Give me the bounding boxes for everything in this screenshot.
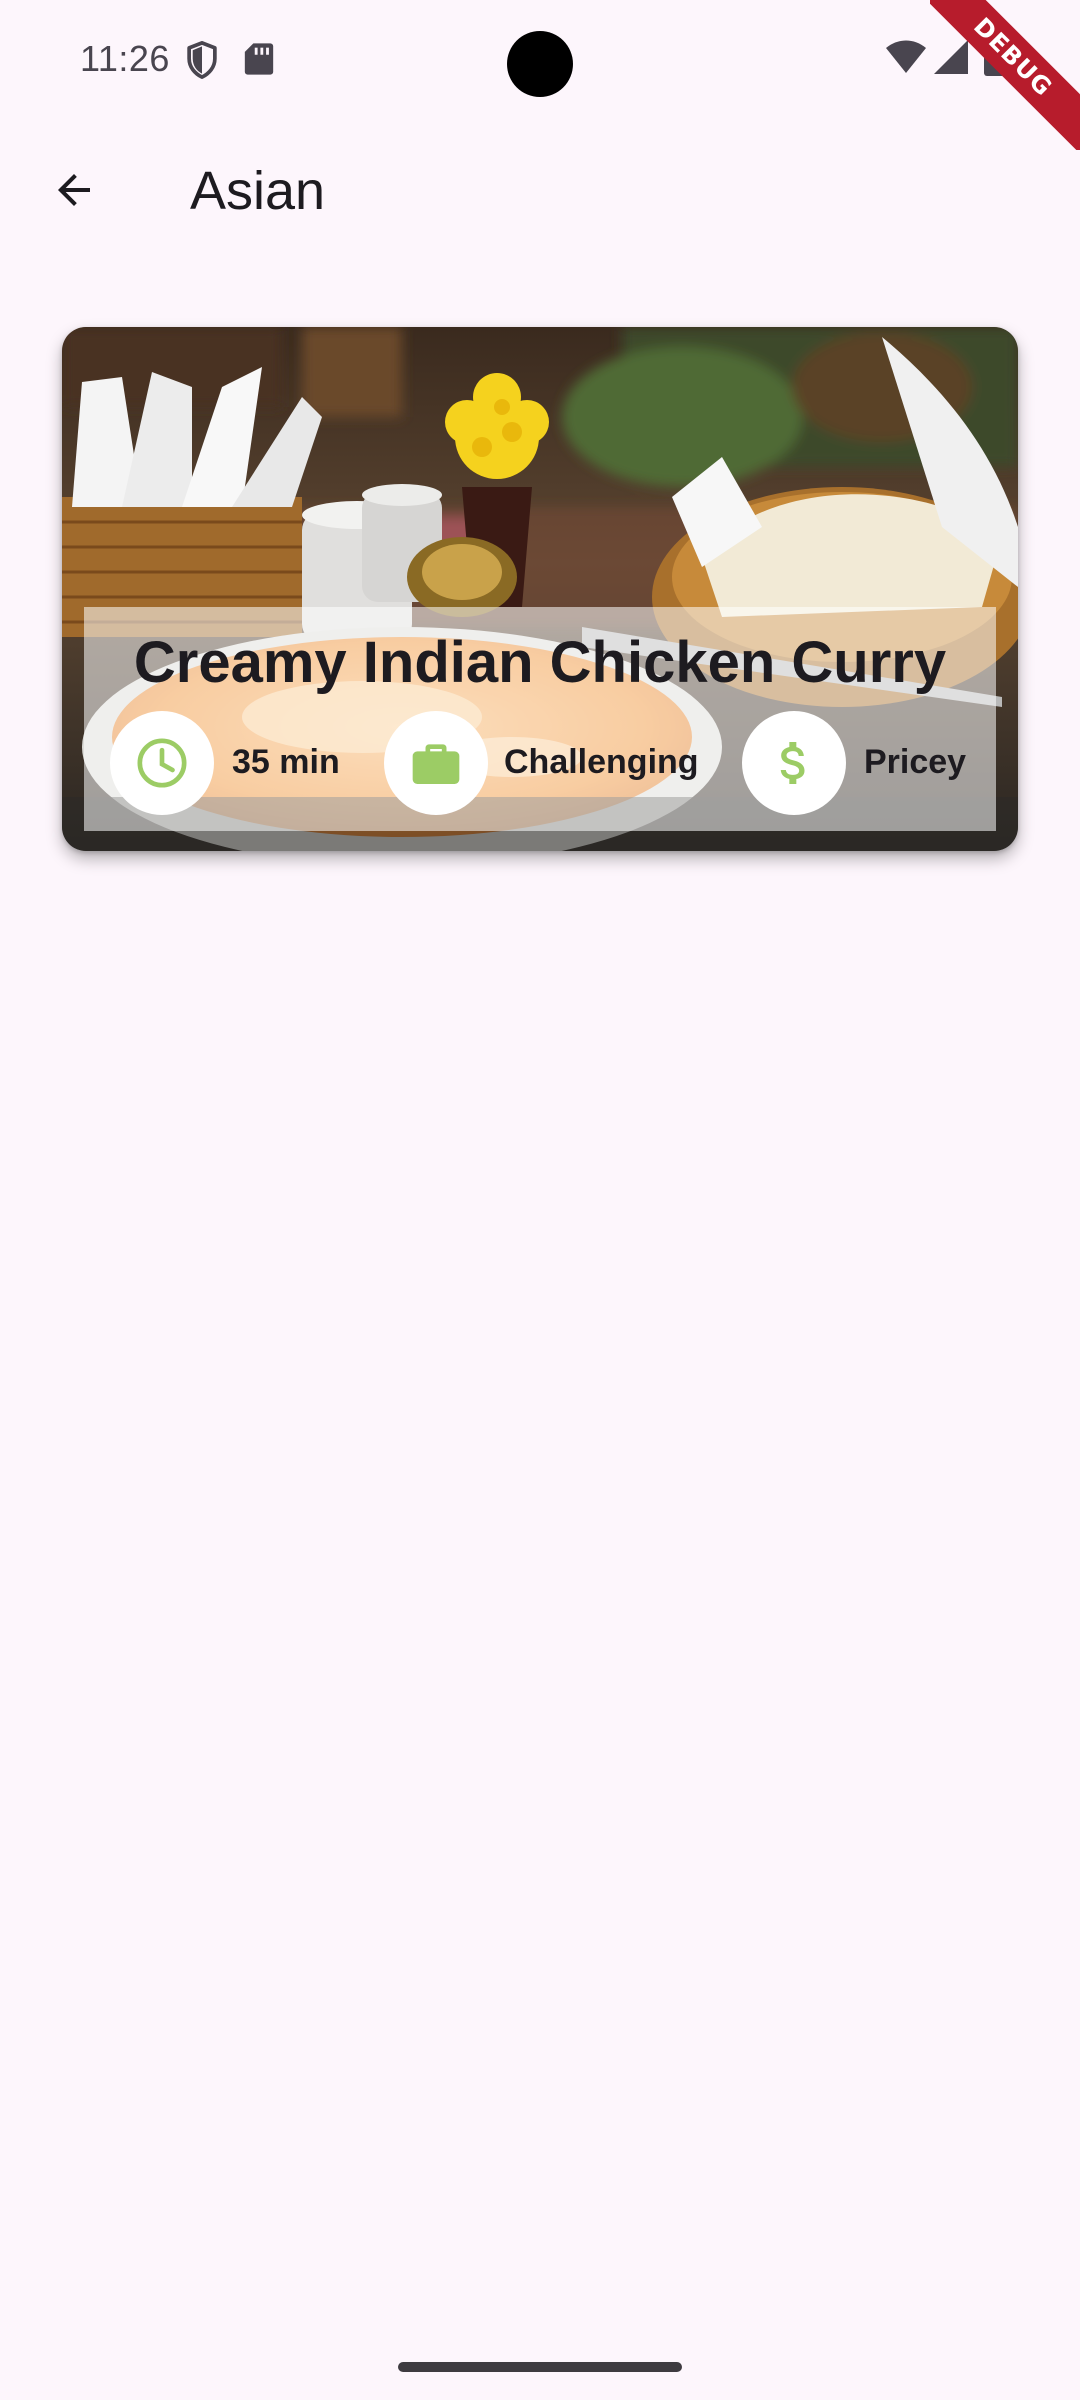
meal-affordability: Pricey bbox=[864, 743, 967, 781]
status-bar: 11:26 DEBUG bbox=[0, 0, 1080, 150]
complexity-icon-circle bbox=[384, 711, 488, 815]
camera-cutout bbox=[507, 31, 573, 97]
affordability-icon-circle bbox=[742, 711, 846, 815]
clock-icon bbox=[137, 738, 187, 788]
meal-duration: 35 min bbox=[232, 743, 340, 781]
duration-icon-circle bbox=[110, 711, 214, 815]
meal-info-overlay: Creamy Indian Chicken Curry 35 min Chall… bbox=[84, 607, 996, 831]
meal-card[interactable]: Creamy Indian Chicken Curry 35 min Chall… bbox=[62, 327, 1018, 851]
page-title: Asian bbox=[190, 161, 326, 221]
shield-icon bbox=[187, 41, 217, 79]
arrow-back-icon bbox=[58, 174, 90, 206]
gesture-navigation-bar[interactable] bbox=[398, 2362, 682, 2372]
sd-card-icon bbox=[244, 43, 274, 75]
meal-complexity: Challenging bbox=[504, 743, 699, 781]
briefcase-icon bbox=[412, 744, 460, 784]
meal-title: Creamy Indian Chicken Curry bbox=[133, 630, 947, 695]
back-button[interactable] bbox=[26, 142, 122, 238]
status-time: 11:26 bbox=[80, 38, 170, 79]
dollar-icon bbox=[780, 742, 805, 784]
app-bar: Asian bbox=[0, 120, 1080, 260]
wifi-icon bbox=[886, 40, 926, 73]
